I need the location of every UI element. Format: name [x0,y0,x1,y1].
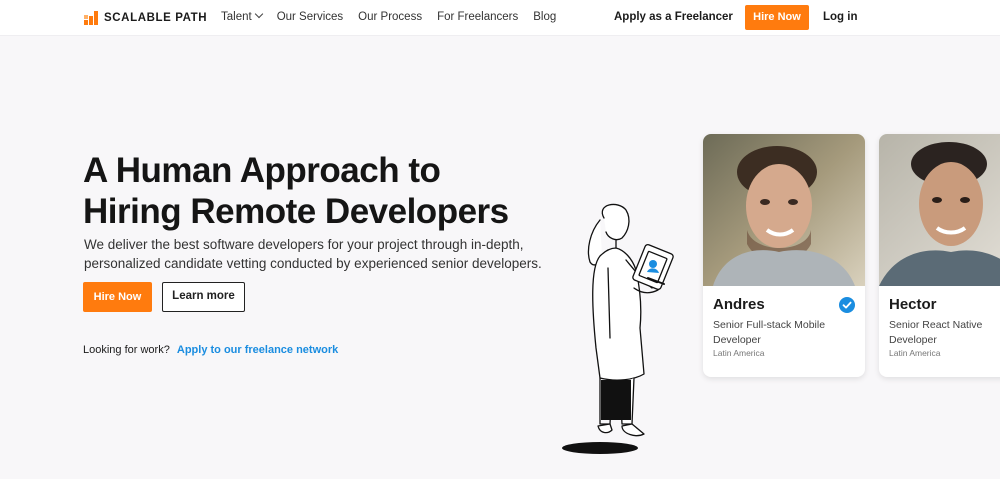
apply-freelance-network-link[interactable]: Apply to our freelance network [177,344,338,356]
nav-item-for-freelancers[interactable]: For Freelancers [437,11,518,23]
chevron-down-icon [254,9,263,19]
developer-location: Latin America [889,348,941,358]
looking-for-work-text: Looking for work? [83,344,170,356]
nav-item-our-services[interactable]: Our Services [277,11,343,23]
hero-title-line-2: Hiring Remote Developers [83,192,509,231]
developer-illustration [562,203,674,454]
nav-item-blog[interactable]: Blog [533,11,556,23]
developer-avatar-andres [703,134,865,286]
hero-subtitle-line-2: personalized candidate vetting conducted… [84,256,542,271]
developer-location: Latin America [713,348,765,358]
learn-more-button[interactable]: Learn more [162,282,245,312]
developer-name: Andres [713,296,765,313]
developer-photo [879,134,1000,286]
apply-as-freelancer-link[interactable]: Apply as a Freelancer [614,11,733,23]
developer-card-hector[interactable]: Hector Senior React Native Developer Lat… [879,134,1000,377]
hero-subtitle-line-1: We deliver the best software developers … [84,237,524,252]
nav-item-our-process[interactable]: Our Process [358,11,422,23]
developer-card-andres[interactable]: Andres Senior Full-stack Mobile Develope… [703,134,865,377]
logo-text: SCALABLE PATH [104,11,208,24]
hire-now-nav-button[interactable]: Hire Now [745,5,809,30]
top-navigation: SCALABLE PATH Talent Our Services Our Pr… [0,0,1000,36]
nav-item-talent[interactable]: Talent [221,9,263,23]
developer-avatar-hector [879,134,1000,286]
verified-check-icon [839,297,855,313]
looking-for-work: Looking for work? Apply to our freelance… [83,344,338,356]
hero-title-line-1: A Human Approach to [83,151,441,190]
hero-title: A Human Approach to Hiring Remote Develo… [83,150,509,232]
nav-links: Talent Our Services Our Process For Free… [221,9,571,23]
developer-role: Senior React Native Developer [889,319,983,346]
scalable-path-logo-icon [84,11,98,25]
developer-photo [703,134,865,286]
hire-now-button[interactable]: Hire Now [83,282,152,312]
developer-role: Senior Full-stack Mobile Developer [713,319,826,346]
nav-item-label: Talent [221,11,252,23]
developer-name: Hector [889,296,937,313]
logo[interactable]: SCALABLE PATH [84,10,207,25]
log-in-link[interactable]: Log in [823,11,858,23]
hero-subtitle: We deliver the best software developers … [84,235,554,273]
